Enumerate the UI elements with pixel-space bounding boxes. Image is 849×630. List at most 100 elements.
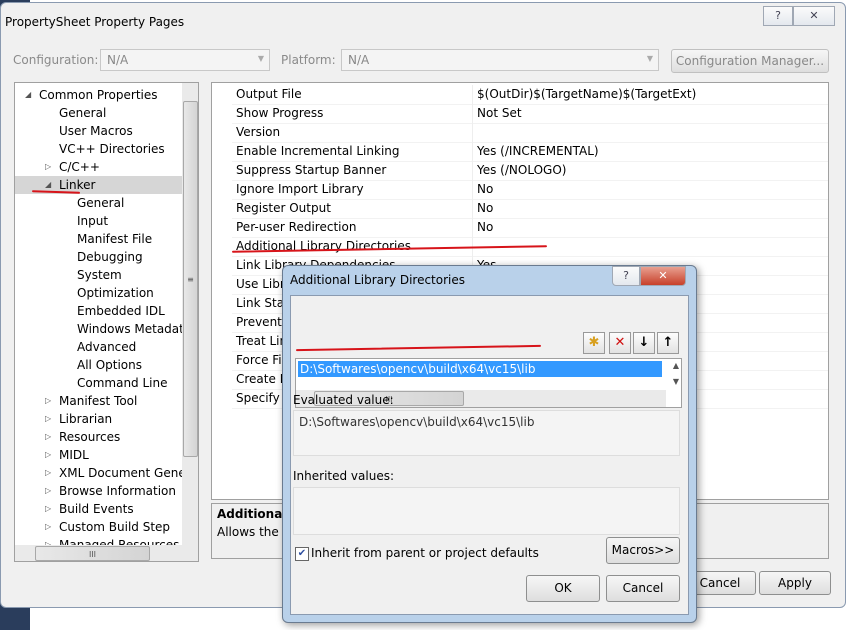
property-name: Force Fil [236,353,285,367]
tree-item[interactable]: ▷ C/C++ [15,158,182,176]
tree-item[interactable]: ▷ Browse Information [15,482,182,500]
collapsed-arrow-icon[interactable]: ▷ [45,464,51,482]
platform-value: N/A [348,53,370,67]
directory-entry[interactable]: D:\Softwares\opencv\build\x64\vc15\lib [298,361,662,377]
property-row[interactable]: Per-user Redirection No [232,218,828,238]
tree-item-label: Manifest Tool [59,394,138,408]
scrollbar-thumb[interactable]: ≡ [183,101,198,457]
property-name: Additional Library Directories [236,239,412,253]
property-name: Enable Incremental Linking [236,144,400,158]
property-value[interactable]: Not Set [472,104,522,123]
property-row[interactable]: Enable Incremental Linking Yes (/INCREMEN… [232,142,828,162]
collapsed-arrow-icon[interactable]: ▷ [45,518,51,536]
apply-button[interactable]: Apply [759,571,831,595]
tree-item[interactable]: General [15,104,182,122]
property-value[interactable] [472,123,477,142]
property-row[interactable]: Version [232,123,828,143]
collapsed-arrow-icon[interactable]: ▷ [45,446,51,464]
delete-icon: ✕ [614,335,626,350]
tree-item[interactable]: ▷ MIDL [15,446,182,464]
property-row[interactable]: Suppress Startup Banner Yes (/NOLOGO) [232,161,828,181]
property-value[interactable]: No [472,199,493,218]
property-name: Show Progress [236,106,324,120]
tree-item-label: XML Document Genera [59,466,199,480]
property-value[interactable]: No [472,180,493,199]
macros-button[interactable]: Macros>> [606,537,680,564]
dialog-close-button[interactable]: ✕ [640,266,686,286]
tree-vertical-scrollbar[interactable]: ≡ [182,83,198,545]
evaluated-value: D:\Softwares\opencv\build\x64\vc15\lib [299,415,535,429]
tree-item[interactable]: ▷ Manifest Tool [15,392,182,410]
platform-label: Platform: [281,53,336,67]
move-down-button[interactable]: ↓ [633,332,655,354]
property-value[interactable]: $(OutDir)$(TargetName)$(TargetExt) [472,85,696,104]
tree-item[interactable]: VC++ Directories [15,140,182,158]
tree-item[interactable]: User Macros [15,122,182,140]
move-down-icon: ↓ [638,335,650,350]
property-name: Ignore Import Library [236,182,364,196]
close-icon: ✕ [809,9,819,22]
tree-item[interactable]: ▷ XML Document Genera [15,464,198,482]
tree-item[interactable]: All Options [15,356,182,374]
move-up-button[interactable]: ↑ [657,332,679,354]
question-icon: ? [623,269,629,282]
platform-select[interactable]: N/A ▼ [341,49,659,71]
new-line-button[interactable]: ✱ [583,332,605,354]
scroll-up-icon[interactable]: ▲ [673,361,679,370]
tree-item-label: Browse Information [59,484,176,498]
tree-item[interactable]: Advanced [15,338,182,356]
property-name: Register Output [236,201,331,215]
tree-item[interactable]: Optimization [15,284,182,302]
tree-item[interactable]: Debugging [15,248,182,266]
dialog-help-button[interactable]: ? [612,266,640,286]
dialog-cancel-button[interactable]: Cancel [606,575,680,602]
tree-item[interactable]: ▷ Librarian [15,410,182,428]
new-folder-icon: ✱ [588,335,600,350]
scroll-down-icon[interactable]: ▼ [673,377,679,386]
property-name: Link Stat [236,296,289,310]
collapsed-arrow-icon[interactable]: ▷ [45,158,51,176]
ok-button[interactable]: OK [526,575,600,602]
property-name: Per-user Redirection [236,220,357,234]
move-up-icon: ↑ [662,335,674,350]
collapsed-arrow-icon[interactable]: ▷ [45,392,51,410]
property-row[interactable]: Ignore Import Library No [232,180,828,200]
configuration-select[interactable]: N/A ▼ [100,49,270,71]
configuration-value: N/A [107,53,129,67]
tree-item-label: Command Line [77,376,168,390]
tree-item[interactable]: Windows Metadata [15,320,191,338]
dialog-body: ✱ ✕ ↓ ↑ D:\Softwares\opencv\build\x64\vc… [290,295,689,615]
tree-item[interactable]: General [15,194,182,212]
property-row[interactable]: Register Output No [232,199,828,219]
tree-item[interactable]: ◢ Common Properties [15,86,182,104]
scrollbar-thumb[interactable]: III [35,546,150,561]
property-value[interactable]: Yes (/NOLOGO) [472,161,566,180]
tree-item-label: MIDL [59,448,89,462]
collapsed-arrow-icon[interactable]: ▷ [45,500,51,518]
tree-item[interactable]: Command Line [15,374,182,392]
tree-item-label: System [77,268,122,282]
property-value[interactable]: Yes (/INCREMENTAL) [472,142,599,161]
tree-item[interactable]: Manifest File [15,230,182,248]
tree-item[interactable]: Input [15,212,182,230]
close-icon: ✕ [658,269,668,282]
tree-item[interactable]: ▷ Build Events [15,500,182,518]
inherit-checkbox[interactable]: ✔ [295,547,309,561]
tree-item[interactable]: ▷ Custom Build Step [15,518,182,536]
collapsed-arrow-icon[interactable]: ▷ [45,428,51,446]
category-tree: ◢ Common Properties General User Macros VC++… [14,82,199,562]
tree-item[interactable]: ▷ Resources [15,428,182,446]
tree-horizontal-scrollbar[interactable]: III [15,545,198,561]
expanded-arrow-icon[interactable]: ◢ [25,86,31,104]
help-button[interactable]: ? [763,6,793,26]
collapsed-arrow-icon[interactable]: ▷ [45,482,51,500]
property-value[interactable]: No [472,218,493,237]
tree-item[interactable]: Embedded IDL [15,302,182,320]
delete-line-button[interactable]: ✕ [609,332,631,354]
property-row[interactable]: Output File $(OutDir)$(TargetName)$(Targe… [232,85,828,105]
configuration-manager-button[interactable]: Configuration Manager... [671,49,829,73]
tree-item[interactable]: System [15,266,182,284]
property-row[interactable]: Show Progress Not Set [232,104,828,124]
close-button[interactable]: ✕ [793,6,835,26]
collapsed-arrow-icon[interactable]: ▷ [45,410,51,428]
